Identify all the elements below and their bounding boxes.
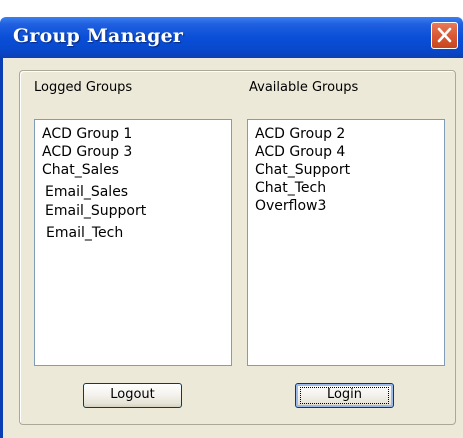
list-item[interactable]: ACD Group 3	[42, 144, 132, 160]
login-button-label: Login	[326, 387, 363, 402]
available-groups-listbox[interactable]: ACD Group 2 ACD Group 4 Chat_Support Cha…	[247, 119, 445, 366]
close-button[interactable]	[431, 22, 458, 49]
window-title: Group Manager	[13, 25, 184, 47]
list-item[interactable]: Chat_Support	[255, 162, 350, 178]
window-frame-left	[0, 58, 3, 438]
list-item[interactable]: Chat_Sales	[42, 162, 119, 178]
logged-groups-label: Logged Groups	[34, 80, 133, 95]
available-groups-label: Available Groups	[249, 80, 359, 95]
title-bar[interactable]: Group Manager	[0, 17, 463, 58]
list-item[interactable]: ACD Group 2	[255, 126, 345, 142]
group-manager-window: Group Manager Logged Groups ACD Group 1 …	[0, 0, 463, 438]
close-icon	[437, 27, 452, 43]
list-item[interactable]: Chat_Tech	[255, 180, 326, 196]
list-item[interactable]: Email_Tech	[46, 225, 123, 241]
list-item[interactable]: Email_Support	[45, 203, 146, 219]
list-item[interactable]: Email_Sales	[45, 184, 128, 200]
list-item[interactable]: ACD Group 4	[255, 144, 345, 160]
login-button[interactable]: Login	[295, 383, 394, 408]
list-item[interactable]: ACD Group 1	[42, 126, 132, 142]
logged-groups-listbox[interactable]: ACD Group 1 ACD Group 3 Chat_Sales Email…	[34, 119, 232, 366]
list-item[interactable]: Overflow3	[255, 198, 326, 214]
logout-button-label: Logout	[110, 387, 155, 402]
logout-button[interactable]: Logout	[83, 383, 182, 408]
